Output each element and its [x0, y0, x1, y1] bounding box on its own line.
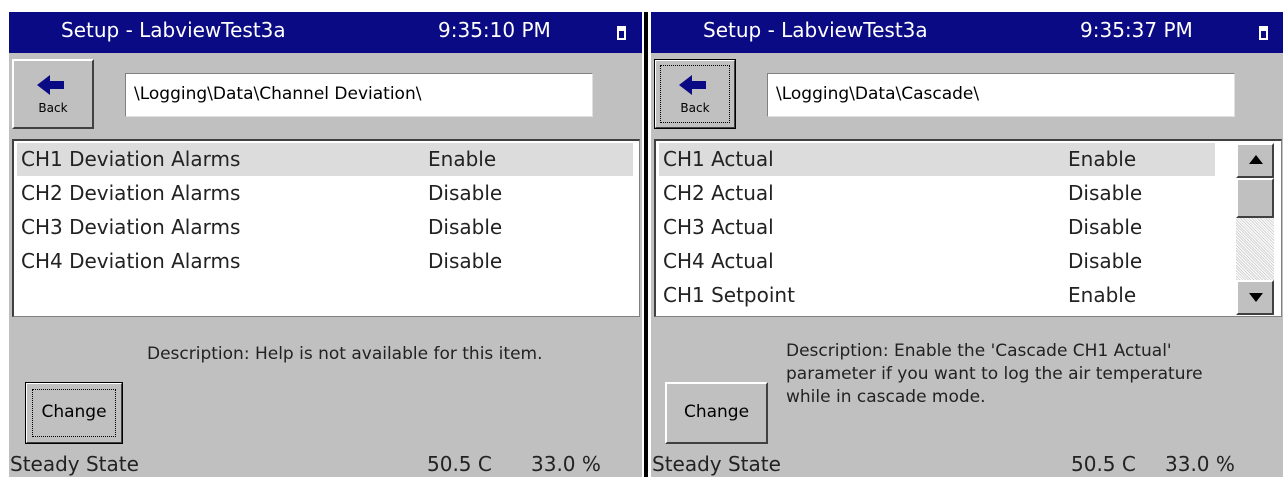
item-value: Enable [1068, 147, 1137, 171]
back-button[interactable]: Back [12, 59, 94, 129]
item-value: Disable [1068, 181, 1143, 205]
back-arrow-icon [37, 75, 64, 95]
window-title: Setup - LabviewTest3a [61, 18, 286, 42]
description-text: Description: Help is not available for t… [147, 344, 543, 364]
percent-readout: 33.0 % [531, 452, 601, 476]
list-scrollbar[interactable] [1236, 143, 1274, 315]
change-button[interactable]: Change [25, 382, 123, 444]
item-name: CH2 Deviation Alarms [21, 181, 241, 205]
scroll-up-button[interactable] [1236, 143, 1274, 178]
item-value: Enable [1068, 283, 1137, 307]
description-line: Description: Enable the 'Cascade CH1 Act… [786, 341, 1172, 361]
clock: 9:35:10 PM [438, 18, 551, 42]
scroll-thumb[interactable] [1236, 178, 1274, 218]
item-value: Disable [1068, 249, 1143, 273]
window-icon[interactable] [617, 26, 626, 40]
up-arrow-icon [1249, 155, 1263, 164]
item-name: CH1 Deviation Alarms [21, 147, 241, 171]
list-item[interactable]: CH1 Deviation Alarms Enable [17, 143, 633, 176]
percent-readout: 33.0 % [1165, 452, 1235, 476]
item-value: Disable [428, 181, 503, 205]
item-value: Disable [428, 249, 503, 273]
description-line: parameter if you want to log the air tem… [786, 364, 1203, 384]
item-value: Enable [428, 147, 497, 171]
list-item[interactable]: CH1 Actual Enable [659, 143, 1215, 176]
window-title: Setup - LabviewTest3a [703, 18, 928, 42]
item-value: Disable [1068, 215, 1143, 239]
item-name: CH4 Deviation Alarms [21, 249, 241, 273]
status-text: Steady State [652, 452, 781, 476]
item-name: CH3 Deviation Alarms [21, 215, 241, 239]
list-item[interactable]: CH2 Deviation Alarms Disable [17, 177, 633, 210]
list-item[interactable]: CH3 Deviation Alarms Disable [17, 211, 633, 244]
title-bar: Setup - LabviewTest3a 9:35:37 PM [651, 12, 1283, 53]
setup-window-left: Setup - LabviewTest3a 9:35:10 PM Back \L… [9, 12, 644, 477]
description-text: Description: Enable the 'Cascade CH1 Act… [786, 340, 1203, 409]
list-item[interactable]: CH3 Actual Disable [659, 211, 1215, 244]
down-arrow-icon [1249, 293, 1263, 302]
back-arrow-icon [679, 75, 706, 95]
list-item[interactable]: CH1 Setpoint Enable [659, 279, 1215, 312]
item-name: CH3 Actual [663, 215, 774, 239]
panel-divider [642, 12, 651, 477]
back-button[interactable]: Back [654, 59, 736, 129]
back-button-label: Back [680, 101, 710, 115]
back-button-label: Back [38, 101, 68, 115]
temperature-readout: 50.5 C [1071, 452, 1136, 476]
item-name: CH2 Actual [663, 181, 774, 205]
status-text: Steady State [10, 452, 139, 476]
list-item[interactable]: CH4 Actual Disable [659, 245, 1215, 278]
settings-list[interactable]: CH1 Actual Enable CH2 Actual Disable CH3… [654, 139, 1282, 317]
path-field: \Logging\Data\Channel Deviation\ [125, 73, 593, 117]
path-field: \Logging\Data\Cascade\ [767, 73, 1235, 117]
item-name: CH1 Setpoint [663, 283, 795, 307]
item-name: CH4 Actual [663, 249, 774, 273]
description-line: while in cascade mode. [786, 387, 986, 407]
window-icon[interactable] [1259, 26, 1268, 40]
item-name: CH1 Actual [663, 147, 774, 171]
list-item[interactable]: CH2 Actual Disable [659, 177, 1215, 210]
settings-list[interactable]: CH1 Deviation Alarms Enable CH2 Deviatio… [12, 139, 640, 317]
item-value: Disable [428, 215, 503, 239]
change-button[interactable]: Change [665, 382, 768, 444]
list-item[interactable]: CH4 Deviation Alarms Disable [17, 245, 633, 278]
clock: 9:35:37 PM [1080, 18, 1193, 42]
title-bar: Setup - LabviewTest3a 9:35:10 PM [9, 12, 644, 53]
setup-window-right: Setup - LabviewTest3a 9:35:37 PM Back \L… [651, 12, 1283, 477]
scroll-down-button[interactable] [1236, 280, 1274, 315]
temperature-readout: 50.5 C [427, 452, 492, 476]
